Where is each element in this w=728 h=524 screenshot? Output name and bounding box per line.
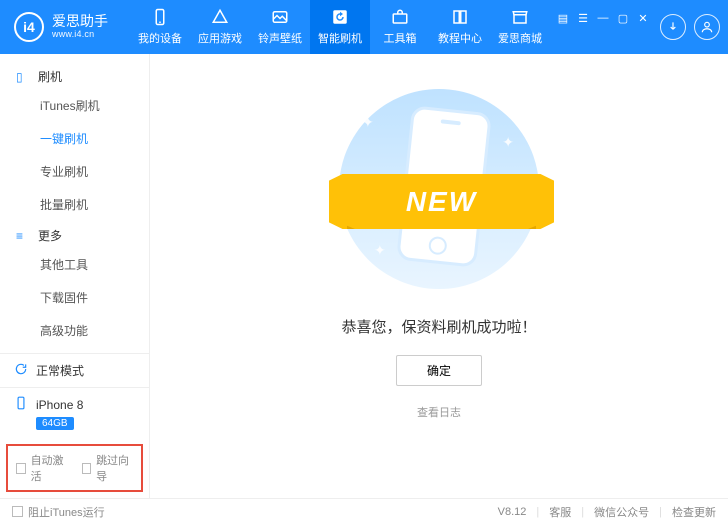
phone-icon <box>151 8 169 26</box>
nav-label: 教程中心 <box>438 30 482 46</box>
sync-icon <box>14 362 28 379</box>
version-label: V8.12 <box>498 506 527 518</box>
view-log-link[interactable]: 查看日志 <box>417 404 461 420</box>
device-panel[interactable]: iPhone 8 64GB <box>0 387 149 438</box>
nav-label: 智能刷机 <box>318 30 362 46</box>
ok-button[interactable]: 确定 <box>396 355 482 386</box>
image-icon <box>271 8 289 26</box>
storage-badge: 64GB <box>36 417 74 430</box>
download-icon <box>666 20 680 34</box>
new-ribbon: NEW <box>329 174 554 229</box>
nav-label: 爱思商城 <box>498 30 542 46</box>
nav-label: 我的设备 <box>138 30 182 46</box>
footer-link-update[interactable]: 检查更新 <box>672 504 716 520</box>
checkbox-label: 阻止iTunes运行 <box>28 504 105 520</box>
main-content: ✦ ✦ ✦ NEW 恭喜您，保资料刷机成功啦！ 确定 查看日志 <box>150 54 728 498</box>
toolbox-icon <box>391 8 409 26</box>
device-name: iPhone 8 <box>36 398 83 412</box>
footer-link-support[interactable]: 客服 <box>549 504 571 520</box>
checkbox-icon <box>12 506 23 517</box>
lock-icon[interactable]: ☰ <box>578 13 588 23</box>
maximize-icon[interactable]: ▢ <box>618 13 628 23</box>
more-icon: ≡ <box>16 229 30 243</box>
nav-label: 铃声壁纸 <box>258 30 302 46</box>
sidebar-item-oneclick-flash[interactable]: 一键刷机 <box>0 122 149 155</box>
checkbox-icon <box>16 463 26 474</box>
user-button[interactable] <box>694 14 720 40</box>
nav-store[interactable]: 爱思商城 <box>490 0 550 54</box>
nav-ringtones[interactable]: 铃声壁纸 <box>250 0 310 54</box>
nav-tutorials[interactable]: 教程中心 <box>430 0 490 54</box>
checkbox-icon <box>82 463 92 474</box>
success-message: 恭喜您，保资料刷机成功啦！ <box>341 316 536 337</box>
minimize-icon[interactable]: — <box>598 13 608 23</box>
main-nav: 我的设备 应用游戏 铃声壁纸 智能刷机 工具箱 教程中心 爱思商城 <box>130 0 550 54</box>
apps-icon <box>211 8 229 26</box>
nav-my-device[interactable]: 我的设备 <box>130 0 190 54</box>
nav-apps[interactable]: 应用游戏 <box>190 0 250 54</box>
sidebar-item-itunes-flash[interactable]: iTunes刷机 <box>0 89 149 122</box>
checkbox-label: 跳过向导 <box>96 452 133 484</box>
refresh-icon <box>331 8 349 26</box>
activation-options: 自动激活 跳过向导 <box>6 444 143 492</box>
sidebar-item-other-tools[interactable]: 其他工具 <box>0 248 149 281</box>
sidebar-item-download-firmware[interactable]: 下载固件 <box>0 281 149 314</box>
checkbox-label: 自动激活 <box>31 452 68 484</box>
sidebar-group-label: 更多 <box>38 227 62 244</box>
sidebar-group-label: 刷机 <box>38 68 62 85</box>
book-icon <box>451 8 469 26</box>
phone-icon <box>14 396 28 413</box>
success-illustration: ✦ ✦ ✦ NEW <box>334 84 544 294</box>
download-button[interactable] <box>660 14 686 40</box>
sidebar-item-advanced[interactable]: 高级功能 <box>0 314 149 347</box>
footer-link-wechat[interactable]: 微信公众号 <box>594 504 649 520</box>
sidebar-item-pro-flash[interactable]: 专业刷机 <box>0 155 149 188</box>
status-bar: 阻止iTunes运行 V8.12 | 客服 | 微信公众号 | 检查更新 <box>0 498 728 524</box>
user-icon <box>700 20 714 34</box>
sidebar-group-flash[interactable]: ▯ 刷机 <box>0 62 149 89</box>
logo-icon: i4 <box>14 12 44 42</box>
mode-label: 正常模式 <box>36 362 84 379</box>
auto-activate-checkbox[interactable]: 自动激活 <box>16 452 68 484</box>
brand: i4 爱思助手 www.i4.cn <box>14 12 108 42</box>
ribbon-text: NEW <box>406 186 477 218</box>
device-icon: ▯ <box>16 70 30 84</box>
sidebar-group-more[interactable]: ≡ 更多 <box>0 221 149 248</box>
sidebar: ▯ 刷机 iTunes刷机 一键刷机 专业刷机 批量刷机 ≡ 更多 其他工具 下… <box>0 54 150 498</box>
title-bar: i4 爱思助手 www.i4.cn 我的设备 应用游戏 铃声壁纸 智能刷机 工具… <box>0 0 728 54</box>
sidebar-item-batch-flash[interactable]: 批量刷机 <box>0 188 149 221</box>
close-icon[interactable]: ✕ <box>638 13 648 23</box>
block-itunes-checkbox[interactable]: 阻止iTunes运行 <box>12 504 105 520</box>
nav-label: 工具箱 <box>384 30 417 46</box>
menu-icon[interactable]: ▤ <box>558 13 568 23</box>
nav-toolbox[interactable]: 工具箱 <box>370 0 430 54</box>
store-icon <box>511 8 529 26</box>
brand-url: www.i4.cn <box>52 30 108 40</box>
brand-name: 爱思助手 <box>52 14 108 29</box>
nav-label: 应用游戏 <box>198 30 242 46</box>
skip-wizard-checkbox[interactable]: 跳过向导 <box>82 452 134 484</box>
nav-flash[interactable]: 智能刷机 <box>310 0 370 54</box>
mode-panel[interactable]: 正常模式 <box>0 353 149 387</box>
